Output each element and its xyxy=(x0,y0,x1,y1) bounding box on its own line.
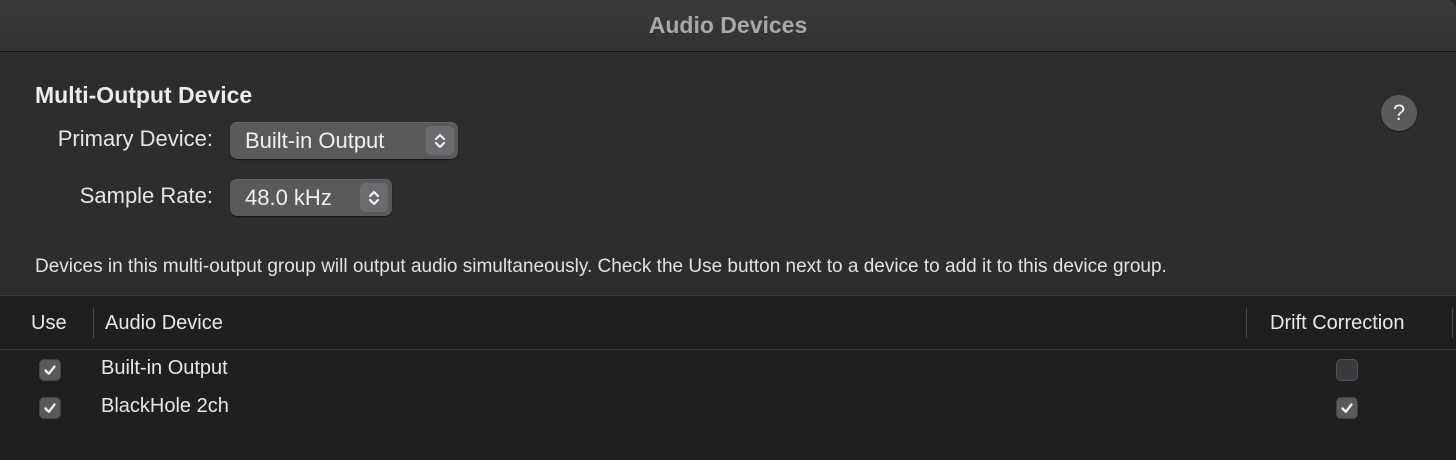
column-divider[interactable] xyxy=(93,308,94,338)
checkmark-icon xyxy=(44,365,56,375)
window-title: Audio Devices xyxy=(648,12,808,38)
column-header-use[interactable]: Use xyxy=(31,312,67,335)
use-checkbox[interactable] xyxy=(39,359,61,381)
table-row[interactable]: BlackHole 2ch xyxy=(0,389,1456,427)
checkmark-icon xyxy=(44,403,56,413)
device-name: Built-in Output xyxy=(101,357,228,379)
group-description: Devices in this multi-output group will … xyxy=(35,256,1167,277)
primary-device-popup[interactable]: Built-in Output xyxy=(230,122,458,159)
table-header: Use Audio Device Drift Correction xyxy=(0,296,1456,350)
column-header-audio-device[interactable]: Audio Device xyxy=(105,312,223,335)
sample-rate-label: Sample Rate: xyxy=(79,183,213,208)
column-divider[interactable] xyxy=(1452,308,1453,338)
title-bar[interactable]: Audio Devices xyxy=(0,0,1456,52)
device-heading: Multi-Output Device xyxy=(35,82,253,108)
table-row[interactable]: Built-in Output xyxy=(0,351,1456,389)
up-down-chevron-icon xyxy=(426,126,454,155)
column-divider[interactable] xyxy=(1246,308,1247,338)
device-name: BlackHole 2ch xyxy=(101,395,229,417)
use-checkbox[interactable] xyxy=(39,397,61,419)
sample-rate-value: 48.0 kHz xyxy=(245,184,332,210)
drift-correction-checkbox[interactable] xyxy=(1336,359,1358,381)
drift-correction-checkbox[interactable] xyxy=(1336,397,1358,419)
checkmark-icon xyxy=(1341,403,1353,413)
sample-rate-popup[interactable]: 48.0 kHz xyxy=(230,179,392,216)
device-table: Use Audio Device Drift Correction Built-… xyxy=(0,295,1456,460)
audio-devices-window: Audio Devices Multi-Output Device ? Prim… xyxy=(0,0,1456,460)
primary-device-value: Built-in Output xyxy=(245,127,385,153)
help-button[interactable]: ? xyxy=(1381,95,1417,131)
column-header-drift-correction[interactable]: Drift Correction xyxy=(1270,312,1404,335)
up-down-chevron-icon xyxy=(360,183,388,212)
device-detail-panel: Multi-Output Device ? Primary Device: Bu… xyxy=(0,53,1456,460)
primary-device-label: Primary Device: xyxy=(57,126,213,151)
